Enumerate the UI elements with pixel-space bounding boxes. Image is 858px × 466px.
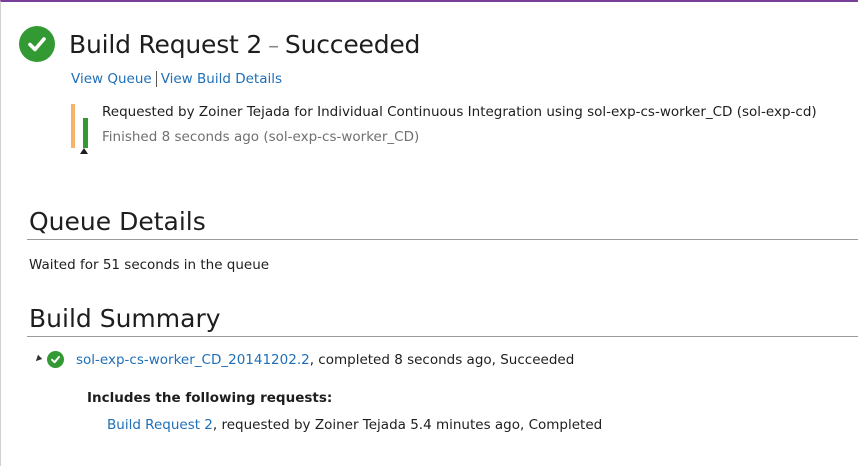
- request-description: Requested by Zoiner Tejada for Individua…: [102, 104, 817, 120]
- success-check-icon: [19, 26, 55, 62]
- queue-details-heading: Queue Details: [29, 207, 206, 236]
- link-separator: [155, 71, 157, 87]
- request-finished: Finished 8 seconds ago (sol-exp-cs-worke…: [102, 129, 420, 145]
- build-request-link[interactable]: Build Request 2: [107, 417, 213, 433]
- action-links: View Queue View Build Details: [71, 71, 282, 87]
- history-bar-previous: [71, 104, 75, 148]
- build-summary-row: sol-exp-cs-worker_CD_20141202.2, complet…: [33, 351, 575, 368]
- included-request-details: , requested by Zoiner Tejada 5.4 minutes…: [212, 417, 603, 433]
- view-build-details-link[interactable]: View Build Details: [161, 71, 282, 87]
- title-dash: –: [268, 33, 279, 59]
- page-title: Build Request 2– Succeeded: [69, 30, 420, 59]
- build-history-bars-icon[interactable]: [71, 102, 89, 154]
- included-request-row: Build Request 2, requested by Zoiner Tej…: [107, 417, 602, 433]
- history-bar-current: [83, 118, 88, 148]
- build-request-pane: Build Request 2– Succeeded View Queue View…: [0, 0, 858, 466]
- build-status: Succeeded: [284, 29, 421, 59]
- build-summary-heading: Build Summary: [29, 304, 221, 333]
- build-summary-divider: [27, 336, 858, 337]
- build-number-link[interactable]: sol-exp-cs-worker_CD_20141202.2: [76, 352, 310, 368]
- collapse-triangle-icon[interactable]: [33, 354, 43, 363]
- success-check-icon: [47, 351, 64, 368]
- queue-details-divider: [27, 239, 858, 240]
- page-header: Build Request 2– Succeeded: [19, 26, 420, 62]
- build-request-title: Build Request 2: [69, 29, 263, 59]
- build-summary-status: , completed 8 seconds ago, Succeeded: [309, 351, 575, 368]
- current-build-marker-icon: [80, 148, 88, 154]
- view-queue-link[interactable]: View Queue: [71, 71, 152, 87]
- queue-wait-text: Waited for 51 seconds in the queue: [29, 257, 270, 273]
- includes-label: Includes the following requests:: [87, 390, 333, 406]
